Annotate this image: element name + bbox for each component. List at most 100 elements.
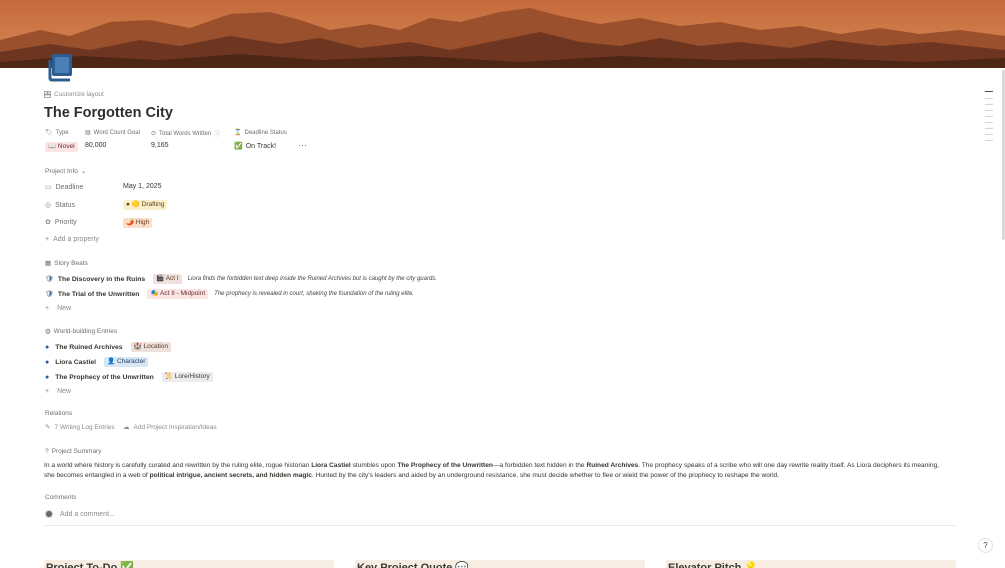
add-property-label: Add a property <box>53 236 100 243</box>
story-beat-title[interactable]: The Trial of the Unwritten <box>58 291 140 298</box>
prop-header-word-count-goal[interactable]: ▤ Word Count Goal <box>85 129 140 137</box>
project-info-toggle[interactable]: Project Info ⌄ <box>45 167 86 176</box>
story-beat-row[interactable]: 🛡 The Discovery in the Ruins 🎬 Act I Lio… <box>45 274 437 284</box>
toc-marker[interactable] <box>985 116 993 117</box>
summary-bold: political intrigue, ancient secrets, and… <box>149 472 312 479</box>
person-icon: 👤 <box>107 358 116 365</box>
story-beats-icon: ▦ <box>45 260 52 267</box>
summary-text: stumbles upon <box>350 462 398 469</box>
entry-type-tag: 🏰 Location <box>130 342 172 352</box>
toc-marker[interactable] <box>985 98 993 99</box>
comment-placeholder: Add a comment... <box>60 510 115 518</box>
scroll-icon: 📜 <box>164 373 173 380</box>
toc-marker[interactable] <box>985 140 993 141</box>
summary-bold: The Prophecy of the Unwritten <box>397 462 493 469</box>
story-beat-title[interactable]: The Discovery in the Ruins <box>58 276 145 283</box>
toc-marker[interactable] <box>985 134 993 135</box>
property-status[interactable]: ◎ Status <box>45 201 75 210</box>
add-property-button[interactable]: + Add a property <box>45 236 99 243</box>
story-beat-description: Liora finds the forbidden text deep insi… <box>187 276 437 282</box>
comment-input[interactable]: Add a comment... <box>45 510 115 518</box>
world-building-new-button[interactable]: + New <box>45 388 71 395</box>
toc-marker[interactable] <box>985 110 993 111</box>
world-entry-row[interactable]: ● Liora Castiel 👤 Character <box>45 357 149 367</box>
page-icon[interactable] <box>48 52 76 82</box>
entry-type-tag: 👤 Character <box>104 357 149 367</box>
world-entry-row[interactable]: ● The Ruined Archives 🏰 Location <box>45 342 172 352</box>
status-label: Status <box>55 201 75 209</box>
formula-icon: ⊙ <box>151 131 157 137</box>
card-title: Key Project Quote 💬 <box>357 562 470 568</box>
prop-header-deadline-status[interactable]: ⌛ Deadline Status <box>234 129 287 137</box>
cloud-icon: ☁ <box>123 424 130 431</box>
prop-header-type-label: Type <box>55 129 69 136</box>
project-summary-heading: ? Project Summary <box>45 448 101 455</box>
card-title: Project To-Do ✅ <box>46 562 135 568</box>
chili-pepper-icon: 🌶️ <box>126 219 135 226</box>
act-tag: 🎭 Act II - Midpoint <box>147 289 209 299</box>
deadline-status-label: On Track! <box>245 142 277 150</box>
document-icon: ▤ <box>85 130 91 136</box>
open-book-icon: 📖 <box>48 143 57 150</box>
question-icon: ? <box>45 448 49 455</box>
customize-layout-button[interactable]: Customize layout <box>44 91 104 98</box>
story-beats-heading: ▦ Story Beats <box>45 259 88 268</box>
status-value[interactable]: ● 🟡 Drafting <box>123 200 168 210</box>
card-title: Elevator Pitch 💡 <box>668 562 759 568</box>
help-button[interactable]: ? <box>978 538 993 553</box>
toc-marker[interactable] <box>985 91 993 92</box>
more-properties-button[interactable]: ··· <box>298 140 307 150</box>
new-label: New <box>57 305 72 312</box>
story-beat-row[interactable]: 🛡 The Trial of the Unwritten 🎭 Act II - … <box>45 289 414 299</box>
act-tag: 🎬 Act I <box>153 274 182 284</box>
prop-header-total-words-label: Total Words Written <box>159 130 212 137</box>
property-deadline[interactable]: ▭ Deadline <box>45 183 83 192</box>
priority-value[interactable]: 🌶️ High <box>123 218 153 228</box>
prop-value-word-count-goal[interactable]: 80,000 <box>85 142 106 149</box>
plus-icon: + <box>45 388 50 395</box>
summary-text: . Hunted by the city's leaders and aided… <box>311 472 780 479</box>
prop-header-total-words[interactable]: ⊙ Total Words Written ⓘ <box>151 129 221 139</box>
priority-icon: ✿ <box>45 219 51 226</box>
divider <box>44 525 956 526</box>
tag-icon: 🏷 <box>45 130 53 136</box>
customize-layout-label: Customize layout <box>54 91 104 98</box>
mask-icon: 🛡 <box>45 291 54 298</box>
priority-badge: 🌶️ High <box>123 218 153 228</box>
prop-value-type[interactable]: 📖 Novel <box>45 142 78 152</box>
priority-label: Priority <box>54 218 77 226</box>
pen-icon: ✎ <box>45 424 51 431</box>
writing-log-relation[interactable]: ✎ 7 Writing Log Entries <box>45 423 115 432</box>
add-inspiration-relation[interactable]: ☁ Add Project Inspiration/Ideas <box>123 423 217 432</box>
story-beats-new-button[interactable]: + New <box>45 305 71 312</box>
type-tag-label: Novel <box>57 143 75 150</box>
check-mark-icon: ✅ <box>234 143 243 150</box>
prop-header-type[interactable]: 🏷 Type <box>45 129 69 137</box>
info-icon: ⓘ <box>214 132 221 138</box>
card-elevator-pitch[interactable]: Elevator Pitch 💡 <box>666 560 956 568</box>
toc-marker[interactable] <box>985 104 993 105</box>
writing-log-label: 7 Writing Log Entries <box>54 423 115 431</box>
prop-header-deadline-status-label: Deadline Status <box>244 129 287 136</box>
world-entry-title[interactable]: Liora Castiel <box>55 359 96 366</box>
castle-icon: 🏰 <box>133 343 142 350</box>
toc-marker[interactable] <box>985 128 993 129</box>
toc-marker[interactable] <box>985 122 993 123</box>
card-key-quote[interactable]: Key Project Quote 💬 <box>355 560 645 568</box>
project-summary-label: Project Summary <box>51 448 102 455</box>
property-priority[interactable]: ✿ Priority <box>45 218 77 227</box>
deadline-value[interactable]: May 1, 2025 <box>123 183 162 190</box>
card-project-todo[interactable]: Project To-Do ✅ <box>44 560 334 568</box>
book-icon <box>48 54 72 82</box>
world-entry-title[interactable]: The Ruined Archives <box>55 344 122 351</box>
relations-heading: Relations <box>45 410 73 417</box>
world-entry-row[interactable]: ● The Prophecy of the Unwritten 📜 Lore/H… <box>45 372 213 382</box>
add-inspiration-label: Add Project Inspiration/Ideas <box>133 423 217 431</box>
project-summary-text[interactable]: In a world where history is carefully cu… <box>44 461 944 481</box>
plus-icon: + <box>45 305 50 312</box>
cover-image[interactable] <box>0 0 1005 68</box>
world-entry-title[interactable]: The Prophecy of the Unwritten <box>55 374 154 381</box>
clapper-icon: 🎬 <box>156 275 165 282</box>
page-title[interactable]: The Forgotten City <box>44 105 173 121</box>
entry-type-label: Lore/History <box>174 373 210 380</box>
